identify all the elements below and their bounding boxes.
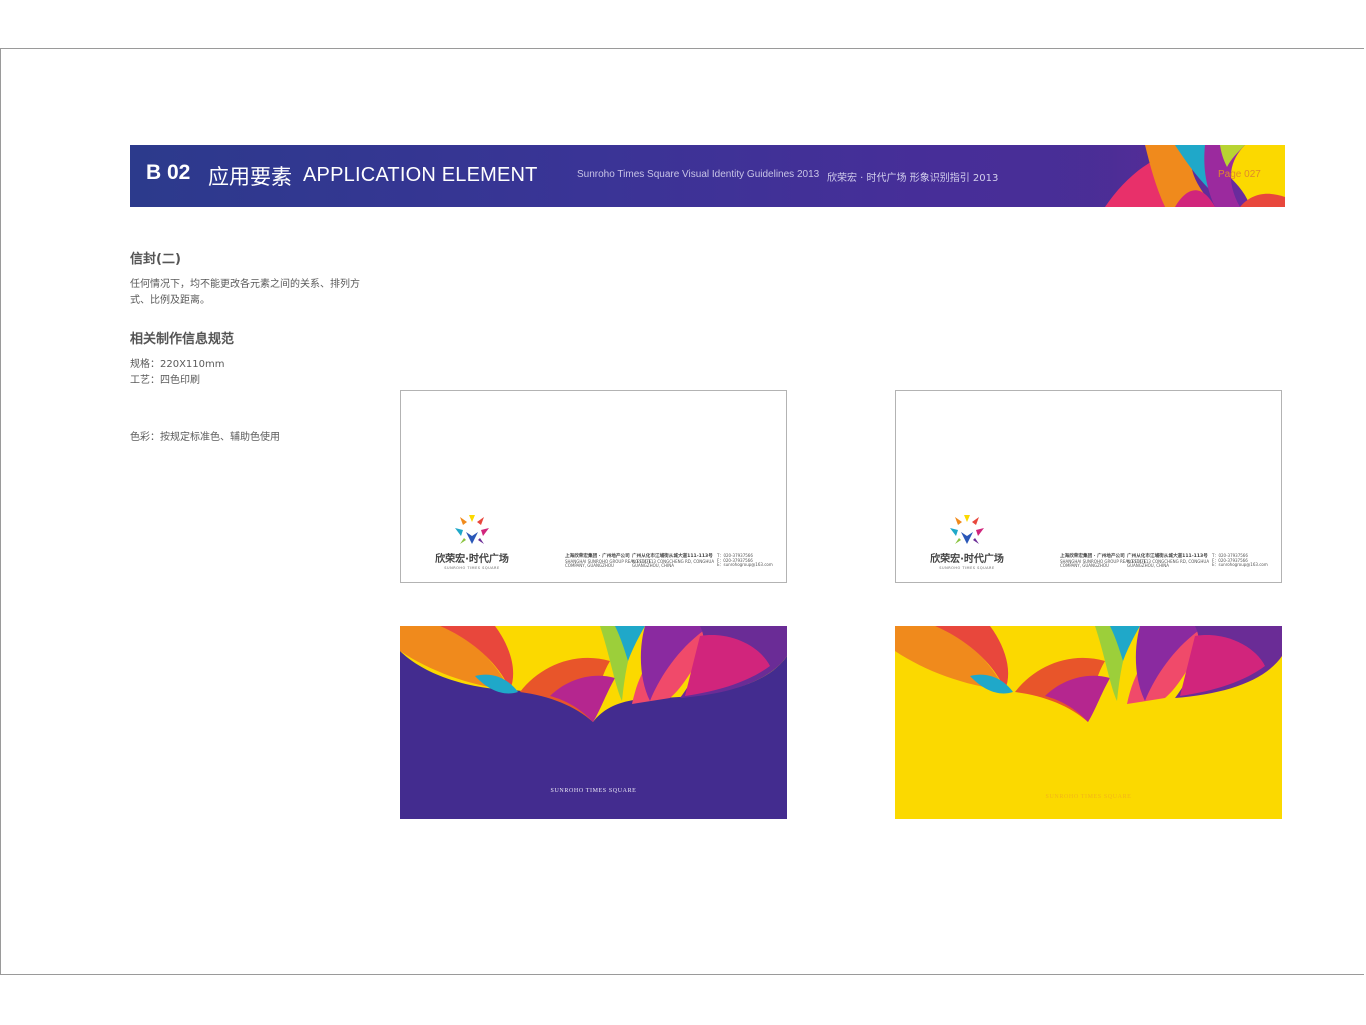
- address-block: 广州从化市江埔街从城大道111-113号 NO.111-113 CONGCHEN…: [632, 554, 714, 569]
- spec-color: 色彩：按规定标准色、辅助色使用: [130, 432, 280, 443]
- envelope-flap-graphic: [895, 626, 1282, 722]
- company-name-en-2: COMPANY, GUANGZHOU: [565, 563, 614, 569]
- logo-text-cn: 欣荣宏·时代广场: [435, 554, 509, 565]
- address-en-2: GUANGZHOU, CHINA: [1127, 563, 1169, 569]
- guideline-title-cn: 欣荣宏 · 时代广场 形象识别指引 2013: [827, 173, 999, 184]
- front-brand-text: SUNROHO TIMES SQUARE: [1045, 794, 1132, 800]
- company-name-en-2: COMPANY, GUANGZHOU: [1060, 563, 1109, 569]
- usage-note: 任何情况下，均不能更改各元素之间的关系、排列方式、比例及距离。: [130, 279, 360, 306]
- logo-text-en: SUNROHO TIMES SQUARE: [939, 566, 995, 570]
- spec-heading: 相关制作信息规范: [130, 332, 235, 347]
- star-logo-icon: [455, 515, 489, 544]
- page-number: Page 027: [1218, 169, 1261, 180]
- logo-text-en: SUNROHO TIMES SQUARE: [444, 566, 500, 570]
- envelope-front-yellow: SUNROHO TIMES SQUARE: [895, 626, 1282, 819]
- brand-logo: 欣荣宏·时代广场 SUNROHO TIMES SQUARE: [926, 514, 1008, 570]
- contact-block: T：020-37937566 F：020-37937566 E：sunrohog…: [1212, 553, 1268, 568]
- guideline-title-en: Sunroho Times Square Visual Identity Gui…: [577, 169, 820, 180]
- section-title-cn: 应用要素: [208, 165, 292, 189]
- logo-text-cn: 欣荣宏·时代广场: [930, 554, 1004, 565]
- header-banner: B 02 应用要素 APPLICATION ELEMENT Sunroho Ti…: [130, 145, 1285, 207]
- brand-logo: 欣荣宏·时代广场 SUNROHO TIMES SQUARE: [431, 514, 513, 570]
- contact-block: T：020-37937566 F：020-37937566 E：sunrohog…: [717, 553, 773, 568]
- spec-craft: 工艺：四色印刷: [130, 375, 200, 386]
- envelope-front-purple: SUNROHO TIMES SQUARE: [400, 626, 787, 819]
- front-brand-text: SUNROHO TIMES SQUARE: [550, 788, 637, 794]
- address-block: 广州从化市江埔街从城大道111-113号 NO.111-113 CONGCHEN…: [1127, 554, 1209, 569]
- email-text: E：sunrohogroup@163.com: [1212, 562, 1268, 568]
- section-title-en: APPLICATION ELEMENT: [303, 164, 538, 186]
- spec-list: 规格：220X110mm 工艺：四色印刷: [130, 357, 225, 389]
- email-text: E：sunrohogroup@163.com: [717, 562, 773, 568]
- address-en-2: GUANGZHOU, CHINA: [632, 563, 674, 569]
- envelope-back-1: 欣荣宏·时代广场 SUNROHO TIMES SQUARE 上海欣荣宏集团 · …: [400, 390, 787, 583]
- section-code: B 02: [146, 161, 191, 184]
- star-logo-icon: [950, 515, 984, 544]
- envelope-back-2: 欣荣宏·时代广场 SUNROHO TIMES SQUARE 上海欣荣宏集团 · …: [895, 390, 1282, 583]
- section-heading: 信封(二): [130, 252, 181, 267]
- spec-size: 规格：220X110mm: [130, 359, 225, 370]
